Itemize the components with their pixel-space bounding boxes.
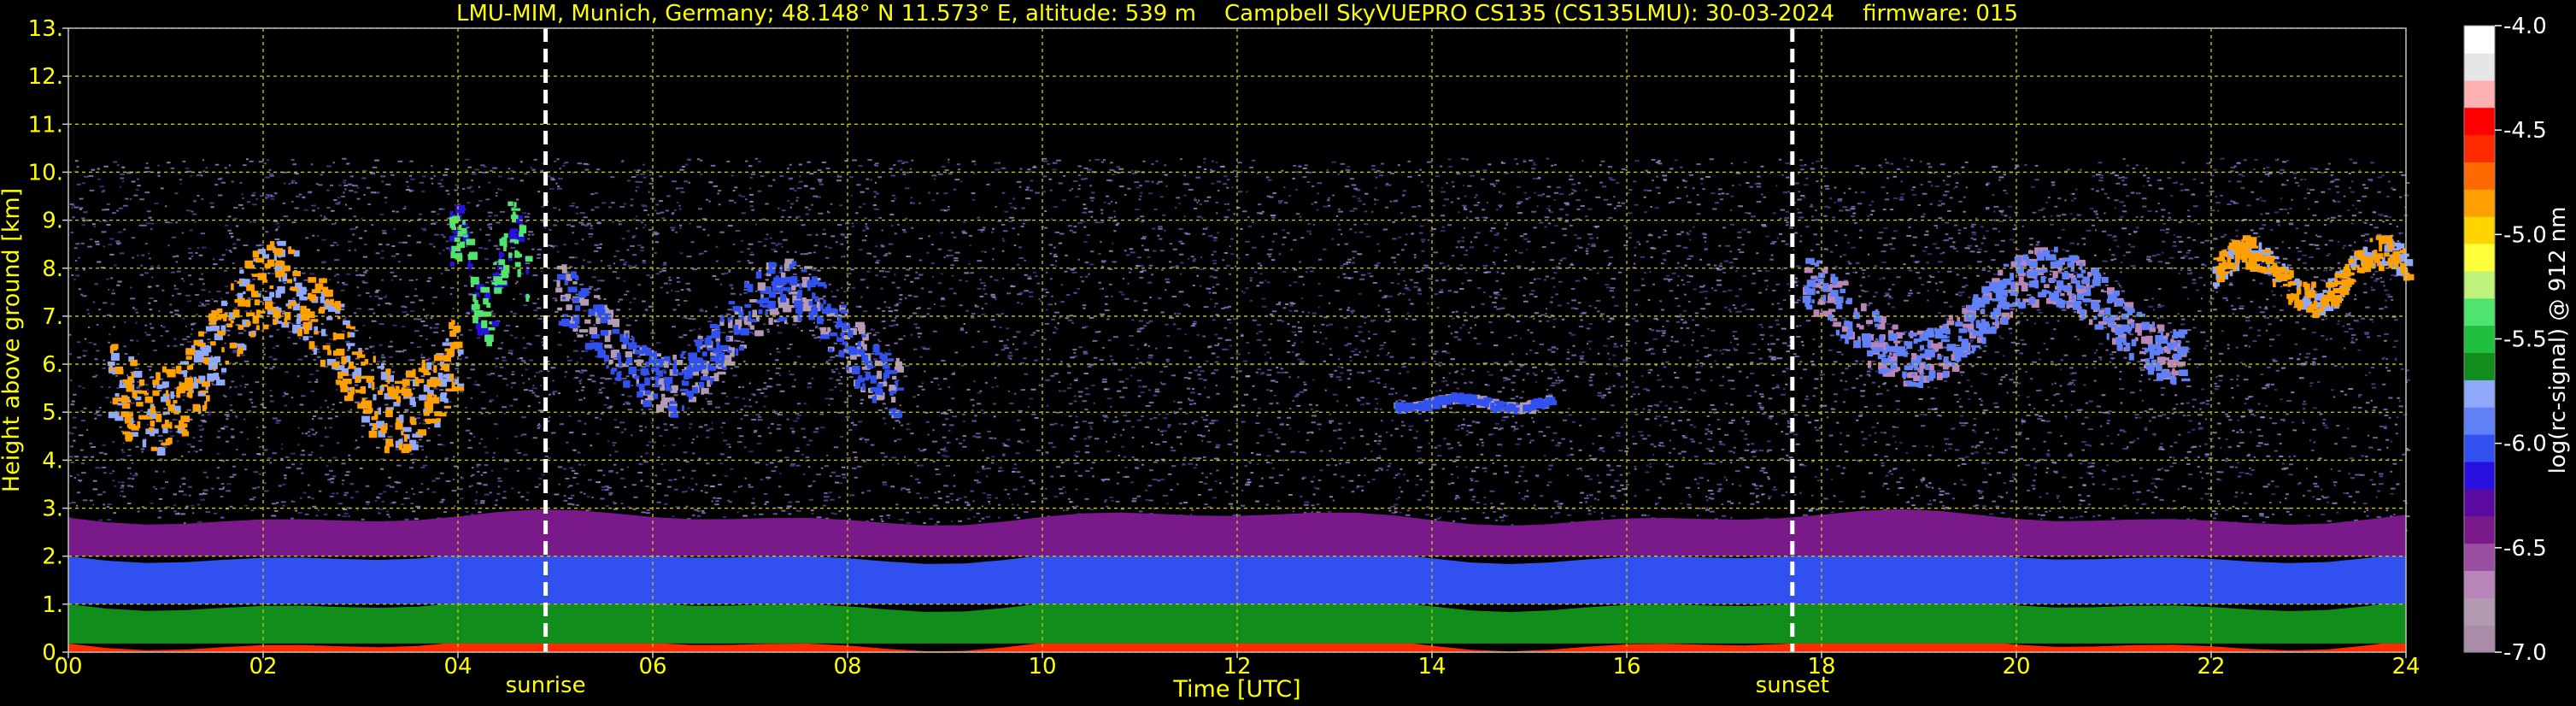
x-tick-label: 02 (249, 654, 277, 680)
x-tick-label: 04 (443, 654, 472, 680)
y-tick-label: 11. (28, 112, 63, 138)
y-tick-label: 7. (42, 304, 63, 330)
y-tick-label: 5. (42, 400, 63, 426)
y-tick-label: 12. (28, 64, 63, 90)
colorbar-swatch (2464, 26, 2495, 54)
colorbar-swatch (2464, 352, 2495, 380)
y-tick-label: 10. (28, 160, 63, 185)
y-tick-label: 13. (28, 16, 63, 42)
ceilometer-chart: LMU-MIM, Munich, Germany; 48.148° N 11.5… (0, 0, 2576, 706)
colorbar-swatch (2464, 488, 2495, 517)
colorbar-swatch (2464, 543, 2495, 571)
colorbar-tick-label: -7.0 (2503, 640, 2547, 666)
sun-annotation: sunset (1756, 673, 1829, 698)
y-tick-label: 9. (42, 209, 63, 234)
colorbar-swatch (2464, 134, 2495, 162)
x-tick-label: 10 (1028, 654, 1056, 680)
x-axis-label: Time [UTC] (1172, 676, 1300, 703)
colorbar-swatch (2464, 270, 2495, 299)
colorbar-swatch (2464, 515, 2495, 544)
y-tick-label: 2. (42, 544, 63, 570)
x-tick-label: 24 (2391, 654, 2420, 680)
colorbar-tick-label: -5.5 (2503, 327, 2547, 353)
x-tick-label: 14 (1417, 654, 1446, 680)
colorbar-swatch (2464, 570, 2495, 598)
colorbar-swatch (2464, 189, 2495, 217)
colorbar-swatch (2464, 216, 2495, 244)
colorbar-swatch (2464, 52, 2495, 81)
colorbar-swatch (2464, 297, 2495, 327)
colorbar-swatch (2464, 107, 2495, 136)
chart-title: LMU-MIM, Munich, Germany; 48.148° N 11.5… (456, 1, 2018, 26)
sun-annotation: sunrise (506, 673, 586, 698)
y-tick-label: 4. (42, 448, 63, 474)
colorbar-label: log(rc-signal) @ 912 nm (2545, 207, 2571, 474)
x-tick-label: 08 (833, 654, 861, 680)
colorbar-swatch (2464, 461, 2495, 490)
colorbar-tick-label: -4.0 (2503, 14, 2547, 39)
colorbar-tick-label: -4.5 (2503, 118, 2547, 144)
colorbar-tick-label: -6.5 (2503, 536, 2547, 562)
colorbar-swatch (2464, 434, 2495, 462)
x-tick-label: 06 (638, 654, 666, 680)
colorbar-tick-label: -5.0 (2503, 222, 2547, 248)
colorbar-swatch (2464, 325, 2495, 354)
plot-area (67, 27, 2415, 653)
colorbar-tick-label: -6.0 (2503, 432, 2547, 457)
y-tick-label: 1. (42, 592, 63, 618)
colorbar-swatch (2464, 243, 2495, 272)
x-tick-label: 16 (1612, 654, 1640, 680)
colorbar-swatch (2464, 162, 2495, 190)
colorbar-swatch (2464, 597, 2495, 626)
colorbar-swatch (2464, 79, 2495, 109)
y-tick-label: 3. (42, 497, 63, 522)
x-tick-label: 20 (2002, 654, 2030, 680)
y-tick-label: 6. (42, 352, 63, 378)
x-tick-label: 22 (2197, 654, 2225, 680)
x-tick-label: 00 (54, 654, 82, 680)
colorbar-swatch (2464, 379, 2495, 408)
colorbar-swatch (2464, 407, 2495, 435)
y-axis-label: Height above ground [km] (0, 188, 25, 492)
y-tick-label: 8. (42, 256, 63, 282)
colorbar-swatch (2464, 625, 2495, 653)
